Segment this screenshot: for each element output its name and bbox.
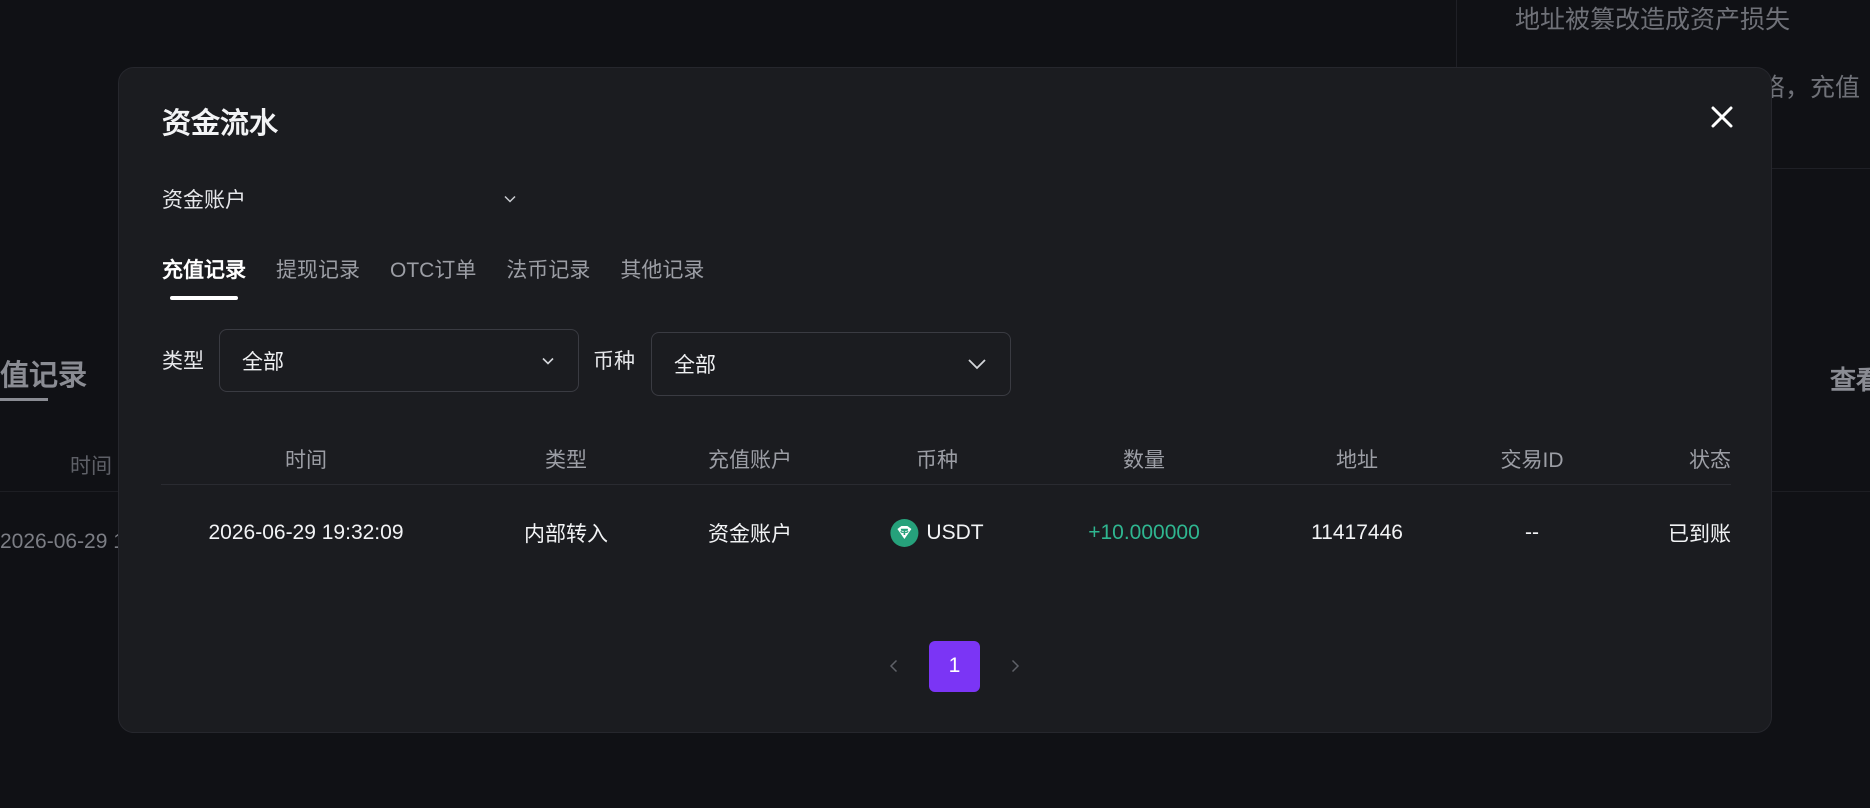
row-amount: +10.000000 (1088, 521, 1200, 544)
tab-otc-orders[interactable]: OTC订单 (390, 254, 476, 304)
header-account: 充值账户 (708, 449, 792, 472)
background-view-link: 查看 (1830, 365, 1870, 395)
header-status: 状态 (1689, 449, 1731, 472)
page-1-button[interactable]: 1 (929, 640, 980, 692)
header-txid: 交易ID (1500, 449, 1564, 472)
close-button[interactable] (1705, 100, 1739, 134)
row-txid: -- (1525, 521, 1539, 544)
chevron-left-icon (889, 659, 898, 673)
records-table-header: 时间 类型 充值账户 币种 数量 地址 交易ID 状态 (161, 434, 1731, 485)
row-address: 11417446 (1311, 521, 1403, 544)
background-tab-deposit-records: 值记录 (0, 360, 88, 392)
header-time: 时间 (285, 449, 327, 472)
background-row-time: 2026-06-29 1 (0, 530, 125, 553)
type-filter-select[interactable]: 全部 (219, 329, 579, 392)
header-address: 地址 (1336, 449, 1378, 472)
tab-withdraw-records[interactable]: 提现记录 (276, 254, 360, 304)
header-amount: 数量 (1123, 449, 1165, 472)
currency-filter-label: 币种 (593, 350, 635, 373)
account-select[interactable]: 资金账户 (162, 180, 517, 218)
row-time: 2026-06-29 19:32:09 (208, 521, 404, 544)
tab-deposit-records[interactable]: 充值记录 (162, 254, 246, 304)
record-tabs: 充值记录 提现记录 OTC订单 法币记录 其他记录 (162, 254, 704, 304)
background-tab-underline (0, 398, 48, 401)
row-account: 资金账户 (708, 523, 792, 546)
next-page-button[interactable] (1000, 651, 1030, 681)
type-filter-value: 全部 (242, 350, 284, 374)
header-currency: 币种 (916, 449, 958, 472)
currency-filter-select[interactable]: 全部 (651, 332, 1011, 396)
background-warning-text: 地址被篡改造成资产损失 (1515, 6, 1791, 34)
chevron-down-icon (968, 359, 986, 370)
tab-other-records[interactable]: 其他记录 (620, 254, 704, 304)
pagination: 1 (879, 640, 1030, 692)
header-type: 类型 (545, 449, 587, 472)
tab-fiat-records[interactable]: 法币记录 (506, 254, 590, 304)
type-filter-label: 类型 (162, 350, 204, 373)
modal-title: 资金流水 (162, 108, 279, 140)
close-icon (1711, 106, 1733, 128)
chevron-right-icon (1011, 659, 1020, 673)
row-status: 已到账 (1668, 523, 1731, 546)
table-row: 2026-06-29 19:32:09 内部转入 资金账户 USDT +10.0… (161, 498, 1731, 568)
row-type: 内部转入 (524, 523, 608, 546)
chevron-down-icon (504, 195, 516, 203)
currency-filter-value: 全部 (674, 354, 716, 377)
chevron-down-icon (542, 357, 554, 365)
prev-page-button[interactable] (879, 651, 909, 681)
row-currency-label: USDT (926, 521, 984, 544)
row-currency: USDT (890, 498, 984, 568)
background-warning-text-2: 络，充值 (1760, 74, 1861, 102)
background-column-time: 时间 (70, 455, 112, 478)
usdt-icon (890, 519, 919, 547)
account-select-value: 资金账户 (162, 189, 246, 212)
fund-flow-modal: 资金流水 资金账户 充值记录 提现记录 OTC订单 法币记录 其他记录 类型 全… (118, 67, 1772, 733)
